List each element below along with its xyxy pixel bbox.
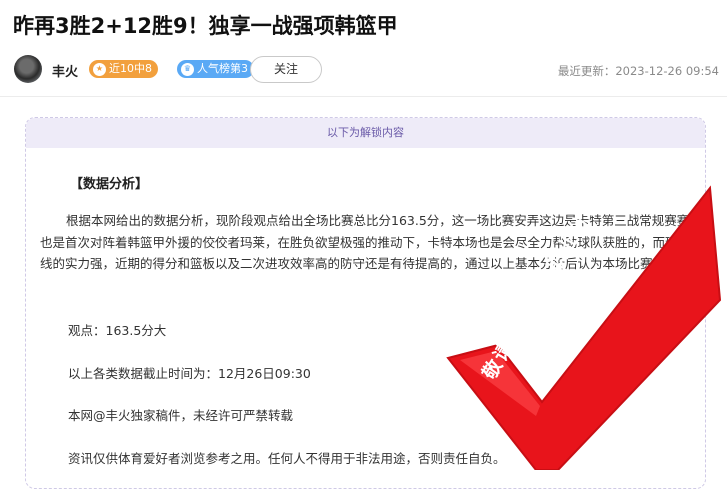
analysis-paragraph: 根据本网给出的数据分析，现阶段观点给出全场比赛总比分163.5分，这一场比赛安弄… [40, 213, 706, 271]
rank-badge: ♛ 人气榜第3 [177, 60, 254, 78]
disclaimer: 资讯仅供体育爱好者浏览参考之用。任何人不得用于非法用途，否则责任自负。 [68, 451, 506, 466]
unlock-header: 以下为解锁内容 [26, 118, 705, 148]
data-deadline: 以上各类数据截止时间为：12月26日09:30 [68, 366, 311, 381]
star-icon: ★ [93, 62, 106, 76]
article-title: 昨再3胜2+12胜9！独享一战强项韩篮甲 [13, 14, 398, 38]
author-avatar[interactable] [14, 55, 42, 83]
prediction-view: 观点：163.5分大 [68, 323, 167, 338]
streak-badge: ★ 近10中8 [89, 60, 158, 78]
streak-badge-label: 近10中8 [109, 62, 152, 75]
author-meta-row: 丰火 ★ 近10中8 ♛ 人气榜第3 关注 最近更新：2023-12-26 09… [14, 55, 719, 85]
update-time: 最近更新：2023-12-26 09:54 [557, 64, 719, 78]
rank-badge-label: 人气榜第3 [197, 62, 248, 75]
header-divider [0, 96, 727, 97]
follow-button[interactable]: 关注 [250, 56, 322, 83]
copyright-notice: 本网@丰火独家稿件，未经许可严禁转载 [68, 408, 294, 423]
unlocked-content-panel: 以下为解锁内容 【数据分析】 根据本网给出的数据分析，现阶段观点给出全场比赛总比… [25, 117, 706, 489]
section-title: 【数据分析】 [70, 177, 149, 192]
author-name[interactable]: 丰火 [52, 61, 78, 80]
crown-icon: ♛ [181, 62, 194, 76]
